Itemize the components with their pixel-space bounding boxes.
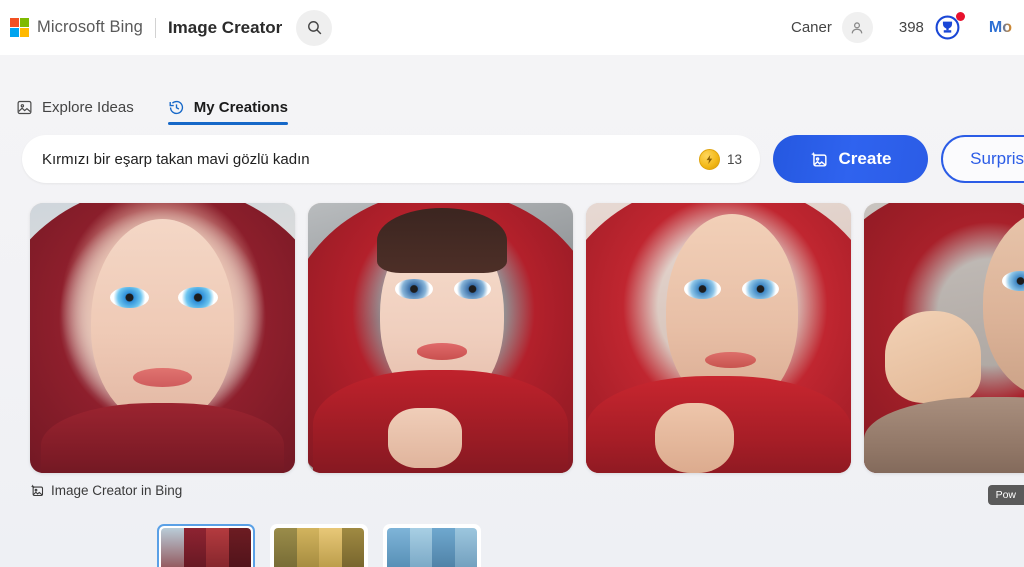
thumbnail-red-haired-portraits[interactable] <box>157 524 255 567</box>
thumbnail-blue-garden-scene[interactable] <box>383 524 481 567</box>
user-name: Caner <box>791 19 832 36</box>
image-sparkle-icon <box>30 484 44 497</box>
tab-bar: Explore Ideas My Creations <box>0 55 1024 125</box>
tab-label: Explore Ideas <box>42 99 134 116</box>
tab-explore-ideas[interactable]: Explore Ideas <box>16 99 134 125</box>
page-title: Image Creator <box>167 17 283 37</box>
result-image-4[interactable] <box>864 203 1024 473</box>
caption-text: Image Creator in Bing <box>51 483 183 498</box>
boost-count: 13 <box>726 151 742 167</box>
rewards-button[interactable] <box>933 11 965 43</box>
powered-by-badge: Pow <box>987 485 1024 505</box>
surprise-me-label: Surprise me <box>970 149 1024 168</box>
notification-dot <box>955 11 965 21</box>
generated-image <box>586 203 851 473</box>
thumbnail-image <box>387 528 477 567</box>
tab-my-creations[interactable]: My Creations <box>167 99 289 125</box>
thumbnail-image <box>161 528 251 567</box>
tab-label: My Creations <box>193 99 288 116</box>
search-button[interactable] <box>296 9 333 46</box>
image-icon <box>17 100 32 115</box>
page-body: Explore Ideas My Creations 13 <box>0 55 1024 567</box>
person-icon <box>852 21 863 33</box>
generated-image <box>30 203 295 473</box>
result-image-3[interactable] <box>586 203 851 473</box>
lightning-bolt-icon <box>706 154 713 164</box>
create-button-label: Create <box>838 149 892 168</box>
image-sparkle-icon <box>810 151 827 167</box>
results-caption: Image Creator in Bing <box>0 483 1024 498</box>
generated-image <box>864 203 1024 473</box>
thumbnail-strip <box>0 524 1024 567</box>
result-image-2[interactable] <box>308 203 573 473</box>
rewards-points: 398 <box>898 19 924 36</box>
brand-block[interactable]: Microsoft Bing <box>10 18 143 37</box>
header-divider <box>154 17 156 38</box>
boost-counter[interactable]: 13 <box>698 148 752 170</box>
avatar[interactable] <box>841 12 873 43</box>
prompt-bar: 13 Create Surprise me <box>0 125 1024 183</box>
results-grid <box>0 203 1024 473</box>
surprise-me-button[interactable]: Surprise me <box>941 135 1024 183</box>
thumbnail-image <box>274 528 364 567</box>
prompt-input-wrapper[interactable]: 13 <box>22 135 760 183</box>
result-image-1[interactable] <box>30 203 295 473</box>
brand-name: Microsoft Bing <box>37 18 143 36</box>
search-icon <box>307 21 322 35</box>
create-button[interactable]: Create <box>773 135 928 183</box>
microsoft-logo-icon <box>10 18 29 37</box>
app-header: Microsoft Bing Image Creator Caner 398 M… <box>0 0 1024 55</box>
prompt-input[interactable] <box>42 150 699 168</box>
generated-image <box>308 203 573 473</box>
thumbnail-golden-butterflies[interactable] <box>270 524 368 567</box>
header-right-cluster: Caner 398 Mo <box>791 11 1012 43</box>
boost-coin-icon <box>698 148 720 170</box>
history-icon <box>169 100 183 115</box>
more-link[interactable]: Mo <box>989 19 1012 37</box>
